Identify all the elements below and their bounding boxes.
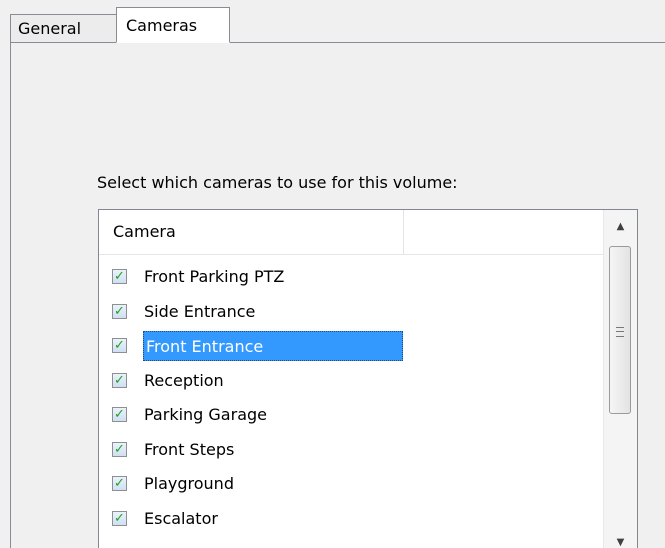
camera-checkbox[interactable]: ✓ — [112, 303, 127, 319]
scrollbar-thumb[interactable] — [609, 246, 631, 414]
tab-general[interactable]: General — [10, 14, 116, 42]
list-item[interactable]: ✓ Front Parking PTZ — [99, 260, 604, 295]
camera-label: Side Entrance — [144, 301, 256, 321]
scroll-down-arrow-icon[interactable]: ▼ — [604, 526, 637, 548]
list-item-selected[interactable]: ✓ Front Entrance — [99, 329, 604, 364]
list-item[interactable]: ✓ Escalator — [99, 502, 604, 537]
tab-general-label: General — [18, 19, 82, 38]
list-item[interactable]: ✓ Reception — [99, 364, 604, 399]
grip-icon — [616, 327, 624, 337]
scroll-up-arrow-icon[interactable]: ▲ — [604, 210, 637, 244]
list-item[interactable]: ✓ Front Steps — [99, 433, 604, 468]
camera-list[interactable]: Camera ✓ Front Parking PTZ ✓ Side Entran… — [98, 209, 638, 548]
camera-label: Front Entrance — [143, 331, 403, 361]
camera-label: Playground — [144, 474, 234, 493]
list-item[interactable]: ✓ Parking Garage — [99, 398, 604, 433]
camera-label: Escalator — [144, 508, 218, 528]
list-item[interactable]: ✓ Side Entrance — [99, 295, 604, 330]
vertical-scrollbar[interactable]: ▲ ▼ — [603, 210, 637, 548]
camera-label: Parking Garage — [144, 405, 267, 424]
camera-label: Front Steps — [144, 439, 235, 459]
column-header-camera[interactable]: Camera — [99, 210, 404, 254]
list-item[interactable]: ✓ Playground — [99, 467, 604, 502]
camera-checkbox[interactable]: ✓ — [112, 441, 127, 457]
camera-selection-prompt: Select which cameras to use for this vol… — [97, 173, 458, 192]
camera-checkbox[interactable]: ✓ — [112, 269, 127, 284]
tab-cameras[interactable]: Cameras — [116, 7, 230, 43]
camera-rows: ✓ Front Parking PTZ ✓ Side Entrance ✓ Fr… — [99, 260, 604, 536]
camera-checkbox[interactable]: ✓ — [112, 510, 127, 526]
camera-label: Reception — [144, 370, 224, 390]
list-header: Camera — [99, 210, 604, 255]
column-header-empty[interactable] — [404, 210, 604, 254]
camera-checkbox[interactable]: ✓ — [112, 338, 127, 353]
camera-checkbox[interactable]: ✓ — [112, 476, 127, 491]
tab-cameras-label: Cameras — [126, 16, 198, 35]
cameras-dialog: General Cameras Select which cameras to … — [0, 0, 665, 548]
camera-checkbox[interactable]: ✓ — [112, 407, 127, 422]
camera-checkbox[interactable]: ✓ — [112, 372, 127, 388]
camera-label: Front Parking PTZ — [144, 267, 285, 286]
